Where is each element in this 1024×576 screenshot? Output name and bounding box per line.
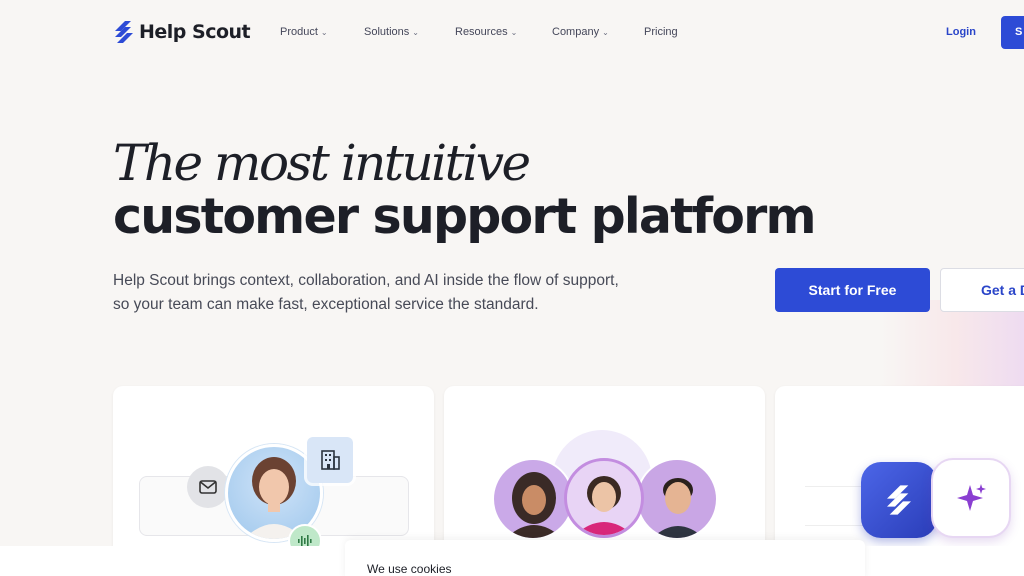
chevron-down-icon: ⌄ — [510, 28, 518, 37]
hero-title-italic: The most intuitive — [113, 134, 531, 192]
decorative-lines — [805, 486, 865, 526]
decorative-glow — [880, 300, 1024, 390]
hero-subtitle: Help Scout brings context, collaboration… — [113, 272, 619, 313]
brand-name: Help Scout — [139, 21, 251, 43]
chevron-down-icon: ⌄ — [412, 28, 419, 37]
nav-item-solutions[interactable]: Solutions ⌄ — [364, 26, 419, 38]
building-icon — [307, 437, 353, 483]
chevron-down-icon: ⌄ — [602, 28, 609, 37]
nav-item-label: Resources — [455, 26, 508, 38]
site-header: Help Scout Product ⌄ Solutions ⌄ Resourc… — [0, 0, 1024, 66]
team-avatar — [492, 458, 574, 540]
hero-title-bold: customer support platform — [113, 188, 817, 245]
nav-item-label: Solutions — [364, 26, 410, 38]
signup-button[interactable]: S — [1001, 16, 1024, 49]
nav-item-pricing[interactable]: Pricing — [644, 26, 678, 38]
nav-item-product[interactable]: Product ⌄ — [280, 26, 328, 38]
sparkle-icon — [931, 458, 1011, 538]
login-link[interactable]: Login — [946, 26, 976, 38]
nav-item-resources[interactable]: Resources ⌄ — [455, 26, 517, 38]
team-avatar — [636, 458, 718, 540]
cookie-title: We use cookies — [367, 562, 452, 576]
nav-item-label: Product — [280, 26, 318, 38]
chevron-down-icon: ⌄ — [320, 28, 328, 37]
mail-icon — [187, 466, 229, 508]
help-scout-logo-icon — [861, 462, 937, 538]
help-scout-logo-icon — [115, 21, 133, 43]
get-demo-button[interactable]: Get a D — [940, 268, 1024, 312]
team-avatar — [564, 458, 644, 538]
cookie-banner: We use cookies — [345, 540, 865, 576]
help-scout-logo[interactable]: Help Scout — [113, 20, 251, 44]
nav-item-label: Company — [552, 26, 600, 38]
start-free-button[interactable]: Start for Free — [775, 268, 930, 312]
nav-item-company[interactable]: Company ⌄ — [552, 26, 609, 38]
nav-item-label: Pricing — [644, 26, 678, 38]
